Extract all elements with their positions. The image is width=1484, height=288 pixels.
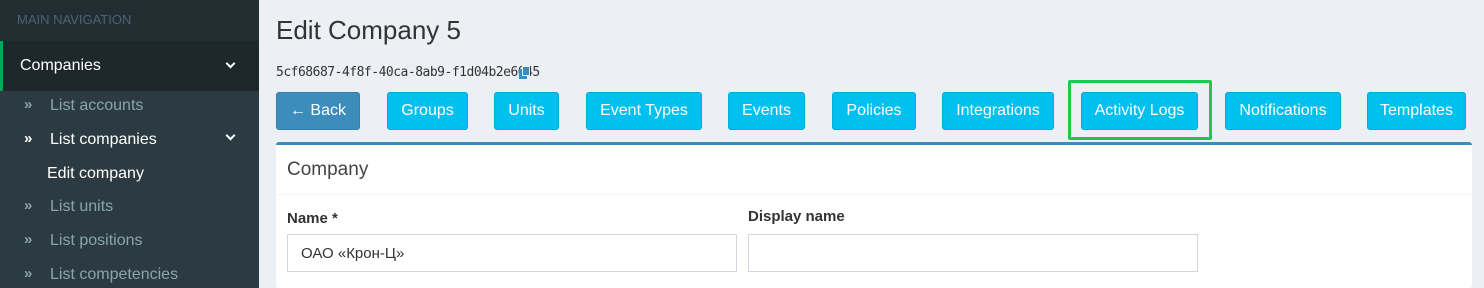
sidebar-item-list-competencies[interactable]: » List competencies xyxy=(0,260,259,288)
double-chevron-right-icon: » xyxy=(24,231,33,248)
units-button[interactable]: Units xyxy=(494,92,559,130)
templates-button[interactable]: Templates xyxy=(1367,92,1466,130)
box-title: Company xyxy=(287,159,369,180)
notifications-button[interactable]: Notifications xyxy=(1225,92,1341,130)
sidebar: MAIN NAVIGATION Companies » List account… xyxy=(0,0,259,288)
name-field[interactable] xyxy=(287,234,737,272)
sidebar-item-label: List companies xyxy=(50,131,157,148)
company-uuid: 5cf68687-4f8f-40ca-8ab9-f1d04b2e6045 xyxy=(276,65,540,80)
box-divider xyxy=(276,194,1472,195)
sidebar-item-edit-company[interactable]: Edit company xyxy=(47,159,247,189)
main-navigation-header: MAIN NAVIGATION xyxy=(17,12,132,27)
display-name-label: Display name xyxy=(748,208,845,225)
name-label: Name * xyxy=(287,210,338,227)
sidebar-item-label: List competencies xyxy=(50,266,179,283)
sidebar-item-list-units[interactable]: » List units xyxy=(0,192,259,222)
sidebar-item-list-companies[interactable]: » List companies xyxy=(0,125,259,155)
page-title: Edit Company 5 xyxy=(276,15,461,45)
chevron-down-icon xyxy=(225,130,236,141)
back-button[interactable]: ← Back xyxy=(276,92,360,130)
policies-button[interactable]: Policies xyxy=(832,92,916,130)
groups-button[interactable]: Groups xyxy=(387,92,468,130)
sidebar-item-list-positions[interactable]: » List positions xyxy=(0,226,259,256)
sidebar-item-label: List accounts xyxy=(50,97,144,114)
sidebar-item-label: List units xyxy=(50,198,114,215)
sidebar-item-list-accounts[interactable]: » List accounts xyxy=(0,91,259,121)
company-form-box: Company Name * Display name xyxy=(276,142,1472,288)
double-chevron-right-icon: » xyxy=(24,197,33,214)
copy-icon[interactable] xyxy=(519,66,530,79)
double-chevron-right-icon: » xyxy=(24,265,33,282)
activity-logs-highlight xyxy=(1068,80,1212,140)
double-chevron-right-icon: » xyxy=(24,130,33,147)
sidebar-menu-companies[interactable]: Companies xyxy=(0,41,259,91)
events-button[interactable]: Events xyxy=(728,92,805,130)
event-types-button[interactable]: Event Types xyxy=(586,92,702,130)
sidebar-menu-label: Companies xyxy=(20,57,101,74)
display-name-field[interactable] xyxy=(748,234,1198,272)
sidebar-item-label: Edit company xyxy=(47,165,144,182)
integrations-button[interactable]: Integrations xyxy=(942,92,1054,130)
sidebar-item-label: List positions xyxy=(50,232,143,249)
sidebar-submenu: » List accounts » List companies Edit co… xyxy=(0,91,259,288)
chevron-down-icon xyxy=(225,58,236,69)
double-chevron-right-icon: » xyxy=(24,96,33,113)
